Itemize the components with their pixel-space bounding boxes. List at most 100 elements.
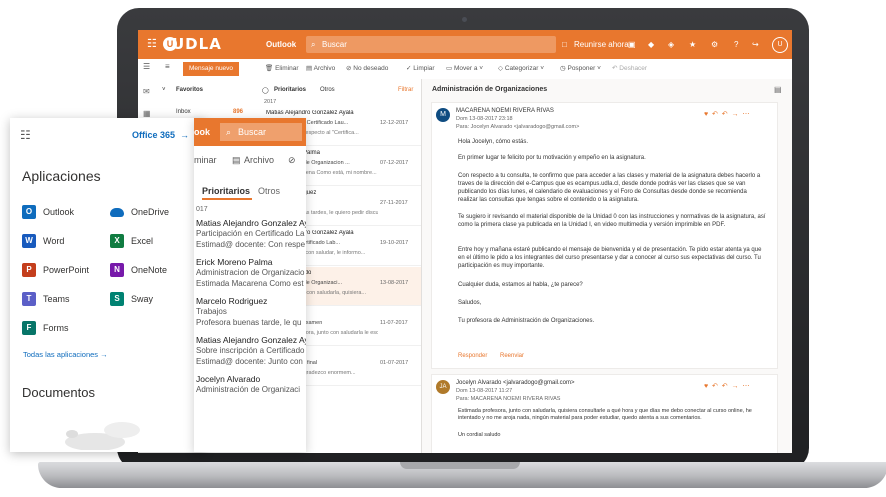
categorize-button[interactable]: ◇ Categorizar ˅ — [498, 64, 544, 72]
tag-icon: ◇ — [498, 65, 503, 72]
forward-button[interactable]: Reenviar — [500, 353, 524, 359]
excel-icon[interactable]: X — [110, 234, 124, 248]
sway-app-link[interactable]: Sway — [131, 294, 153, 304]
mail1-actions[interactable]: ♥ ↶ ↶ → ⋯ — [704, 110, 749, 118]
zoom-search-label: Buscar — [238, 127, 267, 137]
delete-button[interactable]: 🗑 Eliminar — [265, 64, 299, 72]
zoom-row-line: Administración de Organizaci — [196, 385, 301, 394]
zoom-row-line[interactable]: Marcelo Rodriguez — [196, 296, 267, 306]
move-label: Mover a — [453, 65, 478, 72]
forms-app-link[interactable]: Forms — [43, 323, 69, 333]
collapse-icon[interactable]: ≡ — [165, 62, 170, 71]
archive-button[interactable]: ▤ Archivo — [306, 64, 335, 72]
powerpoint-app-link[interactable]: PowerPoint — [43, 265, 89, 275]
move-button[interactable]: ▭ Mover a ˅ — [446, 64, 483, 72]
outlook-icon[interactable]: O — [22, 205, 36, 219]
undo-button[interactable]: ↶ Deshacer — [612, 64, 647, 72]
sway-icon[interactable]: S — [110, 292, 124, 306]
notifications-icon[interactable]: ★ — [689, 40, 696, 49]
archive-icon: ▤ — [306, 65, 313, 72]
select-all-icon[interactable]: ◯ — [262, 87, 269, 94]
onedrive-icon[interactable] — [110, 208, 124, 217]
teams-icon[interactable]: ◆ — [648, 40, 654, 49]
outlook-app-link[interactable]: Outlook — [43, 207, 74, 217]
zoom-row-line: Estimada Macarena Como est — [196, 279, 304, 288]
zoom-row-line[interactable]: Erick Moreno Palma — [196, 257, 273, 267]
message-date: 13-08-2017 — [380, 280, 409, 286]
zoom-tab-other[interactable]: Otros — [258, 186, 280, 196]
filter-button[interactable]: Filtrar — [398, 87, 413, 93]
hamburger-icon[interactable]: ☰ — [143, 62, 150, 71]
trash-icon: 🗑 — [265, 65, 274, 72]
snooze-label: Posponer — [567, 65, 596, 72]
inbox-count: 896 — [233, 109, 244, 115]
teams-app-link[interactable]: Teams — [43, 294, 70, 304]
onenote-app-link[interactable]: OneNote — [131, 265, 167, 275]
message-sender: Matias Alejandro Gonzalez Ayala — [266, 110, 354, 116]
word-icon[interactable]: W — [22, 234, 36, 248]
tab-other[interactable]: Otros — [320, 87, 335, 93]
favorites-chevron-icon[interactable]: ˅ — [162, 87, 166, 93]
mail1-to: Para: Jocelyn Alvarado <jalvaradogo@gmai… — [456, 124, 580, 130]
mail1-paragraph-1: En primer lugar te felicito por tu motiv… — [458, 155, 646, 161]
user-avatar[interactable]: U — [772, 37, 788, 53]
excel-app-link[interactable]: Excel — [131, 236, 153, 246]
sweep-button[interactable]: ✓ Limpiar — [406, 64, 435, 72]
all-apps-link[interactable]: Todas las aplicaciones → — [23, 350, 108, 359]
whats-new-icon[interactable]: ↪ — [752, 40, 759, 49]
skype-icon[interactable]: ▣ — [628, 40, 636, 49]
office365-link[interactable]: Office 365 — [132, 130, 175, 140]
meet-now-icon[interactable]: □ — [562, 40, 567, 49]
feed-icon[interactable]: ◈ — [668, 40, 674, 49]
sweep-label: Limpiar — [413, 65, 435, 72]
settings-icon[interactable]: ⚙ — [711, 40, 718, 49]
arrow-right-icon: → — [180, 130, 189, 140]
message-date: 27-11-2017 — [380, 200, 408, 206]
zoom-delete-button[interactable]: minar — [194, 155, 217, 165]
apps-title: Aplicaciones — [22, 168, 101, 184]
sender-avatar-1: M — [436, 108, 450, 122]
zoom-tab-focused[interactable]: Prioritarios — [202, 186, 250, 196]
search-box[interactable]: ⌕ Buscar — [306, 36, 556, 53]
app-launcher-icon[interactable]: ☷ — [147, 37, 157, 50]
snooze-button[interactable]: ◷ Posponer ˅ — [560, 64, 601, 72]
brand-logo: UDLA — [172, 35, 222, 53]
zoom-archive-button[interactable]: Archivo — [244, 155, 274, 165]
zoom-archive-icon[interactable]: ▤ — [232, 155, 241, 166]
zoom-row-line[interactable]: Matias Alejandro Gonzalez Ay — [196, 218, 306, 228]
new-mail-button[interactable]: Mensaje nuevo — [183, 62, 239, 76]
junk-button[interactable]: ⊘ No deseado — [346, 64, 388, 72]
mail1-sender[interactable]: MACARENA NOEMI RIVERA RIVAS — [456, 108, 554, 114]
waffle-icon[interactable]: ☷ — [20, 128, 31, 142]
clock-icon: ◷ — [560, 65, 566, 72]
powerpoint-icon[interactable]: P — [22, 263, 36, 277]
mail2-sender[interactable]: Jocelyn Alvarado <jalvaradogo@gmail.com> — [456, 380, 575, 386]
mail-icon[interactable]: ✉ — [143, 87, 150, 96]
conversation-subject: Administración de Organizaciones — [432, 86, 548, 93]
zoom-row-line: Participación en Certificado La — [196, 229, 305, 238]
reply-button[interactable]: Responder — [458, 353, 487, 359]
forms-icon[interactable]: F — [22, 321, 36, 335]
popout-icon[interactable]: ▤ — [774, 85, 782, 94]
calendar-icon[interactable]: ▦ — [143, 109, 151, 118]
inbox-folder[interactable]: Inbox — [176, 109, 191, 115]
word-app-link[interactable]: Word — [43, 236, 64, 246]
message-date: 19-10-2017 — [380, 240, 409, 246]
arrow-right-icon: → — [100, 350, 108, 359]
zoom-block-icon[interactable]: ⊘ — [288, 155, 296, 166]
onedrive-app-link[interactable]: OneDrive — [131, 207, 169, 217]
mail2-actions[interactable]: ♥ ↶ ↶ → ⋯ — [704, 382, 749, 390]
tab-focused[interactable]: Prioritarios — [274, 87, 306, 93]
zoom-row-line: Trabajos — [196, 307, 227, 316]
zoom-row-line[interactable]: Matias Alejandro Gonzalez Ay — [196, 335, 306, 345]
mail1-paragraph-3: Te sugiero ir revisando el material disp… — [458, 214, 766, 228]
message-date: 01-07-2017 — [380, 360, 409, 366]
app-title[interactable]: Outlook — [266, 40, 296, 49]
teams-icon[interactable]: T — [22, 292, 36, 306]
onenote-icon[interactable]: N — [110, 263, 124, 277]
meet-now-button[interactable]: Reunirse ahora — [574, 40, 629, 49]
zoom-row-line: Estimad@ docente: Junto con — [196, 357, 303, 366]
help-icon[interactable]: ? — [734, 40, 738, 49]
zoom-row-line[interactable]: Jocelyn Alvarado — [196, 374, 260, 384]
favorites-header[interactable]: Favoritos — [176, 87, 203, 93]
